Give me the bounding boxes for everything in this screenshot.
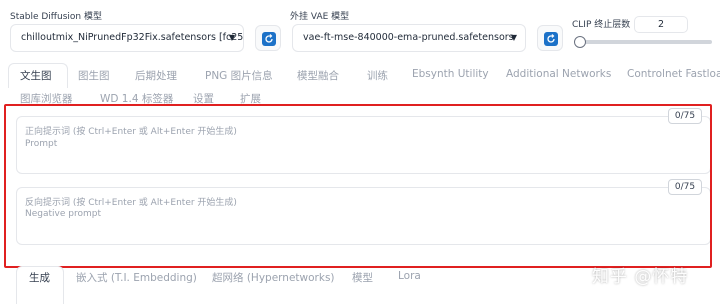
vae-model-dropdown[interactable]: vae-ft-mse-840000-ema-pruned.safetensors…	[292, 24, 526, 52]
tab-ebsynth-utility[interactable]: Ebsynth Utility	[412, 68, 489, 80]
tab-additional-networks[interactable]: Additional Networks	[506, 68, 611, 80]
highlight-annotation-box	[4, 104, 712, 268]
refresh-sd-model-button[interactable]	[255, 25, 281, 51]
tab-txt2img[interactable]: 文生图	[20, 68, 52, 83]
subtab-lora[interactable]: Lora	[398, 270, 421, 282]
zhihu-watermark: 知乎 @怀特	[592, 267, 689, 287]
tab-extras[interactable]: 后期处理	[135, 68, 177, 83]
subtab-checkpoints[interactable]: 模型	[352, 270, 373, 285]
refresh-icon	[544, 32, 558, 46]
tab-png-info[interactable]: PNG 图片信息	[205, 68, 273, 83]
subtab-textual-inversion[interactable]: 嵌入式 (T.I. Embedding)	[76, 270, 197, 285]
clip-skip-slider-thumb[interactable]	[574, 36, 586, 48]
subtab-hypernetworks[interactable]: 超网络 (Hypernetworks)	[212, 270, 335, 285]
sd-model-dropdown[interactable]: chilloutmix_NiPrunedFp32Fix.safetensors …	[10, 24, 244, 52]
tab-img2img[interactable]: 图生图	[78, 68, 110, 83]
tab-train[interactable]: 训练	[367, 68, 388, 83]
tab-checkpoint-merger[interactable]: 模型融合	[297, 68, 339, 83]
refresh-icon	[262, 32, 276, 46]
chevron-down-icon: ▼	[510, 33, 517, 42]
chevron-down-icon: ▼	[228, 33, 235, 42]
sd-model-value: chilloutmix_NiPrunedFp32Fix.safetensors …	[21, 32, 244, 43]
clip-skip-input[interactable]: 2	[634, 16, 688, 33]
clip-skip-label: CLIP 终止层数	[572, 20, 631, 30]
vae-model-value: vae-ft-mse-840000-ema-pruned.safetensors	[303, 32, 514, 43]
tab-controlnet-fastload[interactable]: Controlnet Fastload	[627, 68, 720, 80]
vae-model-label: 外挂 VAE 模型	[290, 12, 350, 22]
subtab-generation[interactable]: 生成	[29, 270, 50, 285]
refresh-vae-button[interactable]	[537, 25, 563, 51]
sd-model-label: Stable Diffusion 模型	[10, 12, 102, 22]
clip-skip-slider-track[interactable]	[574, 40, 712, 44]
